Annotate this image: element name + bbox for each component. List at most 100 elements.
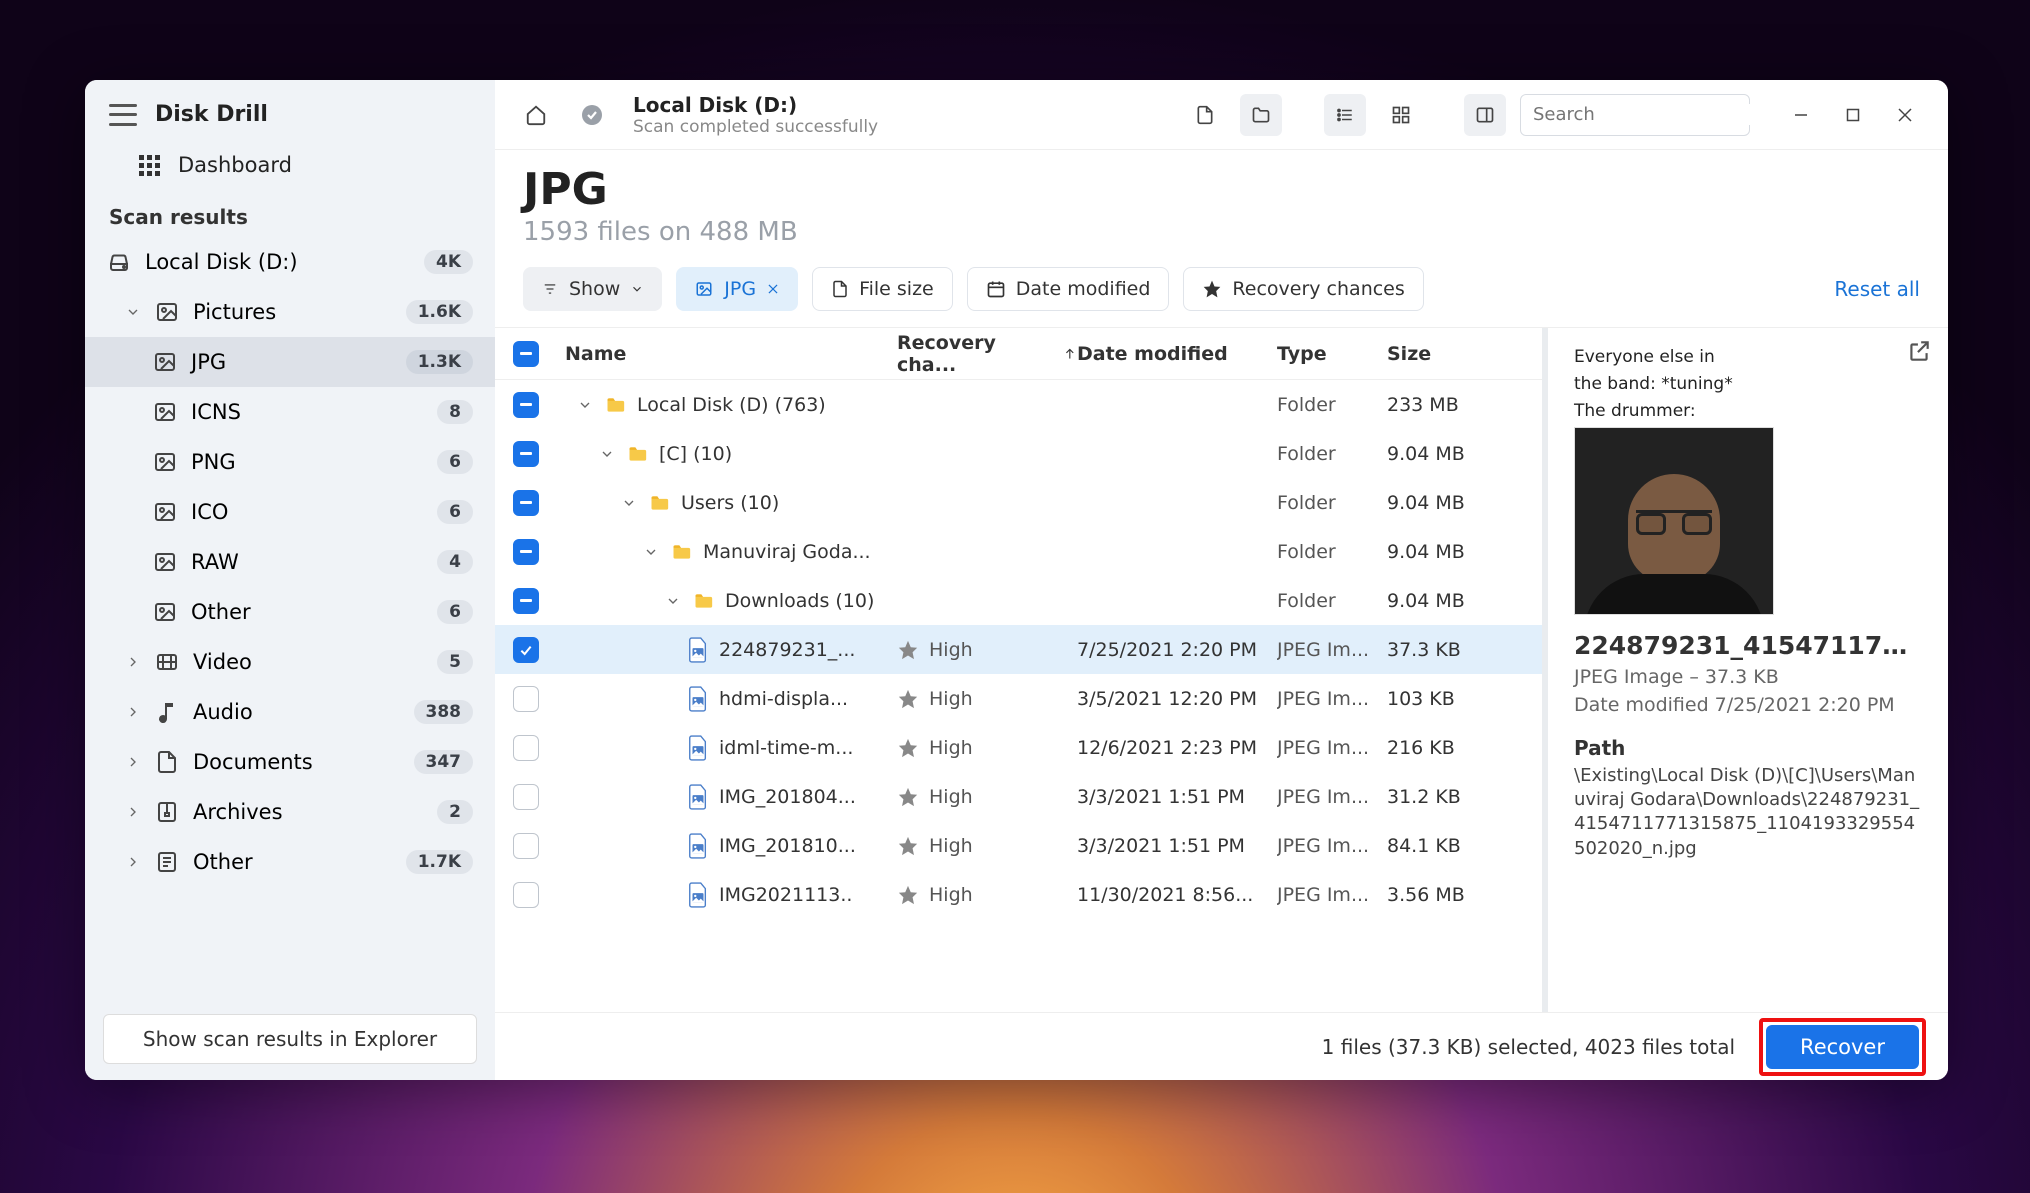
sort-asc-icon xyxy=(1063,347,1077,361)
window-close[interactable] xyxy=(1882,96,1928,134)
table-row-folder[interactable]: Manuviraj Goda... Folder 9.04 MB xyxy=(495,527,1542,576)
sidebar-item-documents[interactable]: Documents347 xyxy=(85,737,495,787)
filter-recovery[interactable]: Recovery chances xyxy=(1183,267,1423,311)
show-in-explorer-button[interactable]: Show scan results in Explorer xyxy=(103,1014,477,1064)
file-type: Folder xyxy=(1277,492,1387,514)
file-icon-btn[interactable] xyxy=(1184,94,1226,136)
preview-caption-3: The drummer: xyxy=(1574,400,1922,423)
sidebar-item-video[interactable]: Video5 xyxy=(85,637,495,687)
file-date: 11/30/2021 8:56... xyxy=(1077,884,1277,906)
scan-status: Scan completed successfully xyxy=(633,117,878,137)
sidebar-item-other[interactable]: Other1.7K xyxy=(85,837,495,887)
sidebar-item-ico[interactable]: ICO6 xyxy=(85,487,495,537)
sidebar-item-disk[interactable]: Local Disk (D:) 4K xyxy=(85,237,495,287)
sidebar-item-jpg[interactable]: JPG1.3K xyxy=(85,337,495,387)
sidebar-item-dashboard[interactable]: Dashboard xyxy=(85,139,495,191)
popout-icon[interactable] xyxy=(1906,338,1932,364)
row-checkbox[interactable] xyxy=(513,490,539,516)
file-date: 12/6/2021 2:23 PM xyxy=(1077,737,1277,759)
header-checkbox[interactable] xyxy=(513,341,539,367)
table-row-file[interactable]: hdmi-displa... High 3/5/2021 12:20 PM JP… xyxy=(495,674,1542,723)
filter-filesize[interactable]: File size xyxy=(812,267,953,311)
recover-highlight: Recover xyxy=(1759,1018,1926,1076)
image-icon xyxy=(153,600,177,624)
file-size: 9.04 MB xyxy=(1387,492,1507,514)
menu-icon[interactable] xyxy=(109,104,137,126)
row-checkbox[interactable] xyxy=(513,833,539,859)
file-type: Folder xyxy=(1277,443,1387,465)
app-window: Disk Drill Dashboard Scan results Local … xyxy=(85,80,1948,1080)
sidebar-item-audio[interactable]: Audio388 xyxy=(85,687,495,737)
sidebar-item-raw[interactable]: RAW4 xyxy=(85,537,495,587)
reset-all-link[interactable]: Reset all xyxy=(1834,277,1920,301)
col-name[interactable]: Name xyxy=(557,343,897,365)
window-maximize[interactable] xyxy=(1830,96,1876,134)
disk-badge: 4K xyxy=(424,250,473,274)
close-icon[interactable] xyxy=(766,282,780,296)
sidebar-item-png[interactable]: PNG6 xyxy=(85,437,495,487)
col-size[interactable]: Size xyxy=(1387,343,1507,365)
row-checkbox[interactable] xyxy=(513,784,539,810)
sidebar-item-pictures[interactable]: Pictures 1.6K xyxy=(85,287,495,337)
col-recovery[interactable]: Recovery cha... xyxy=(897,332,1077,376)
table-row-file[interactable]: IMG_201810... High 3/3/2021 1:51 PM JPEG… xyxy=(495,821,1542,870)
col-date[interactable]: Date modified xyxy=(1077,343,1277,365)
filter-icon xyxy=(541,282,559,296)
other-icon xyxy=(155,850,179,874)
window-minimize[interactable] xyxy=(1778,96,1824,134)
sidebar-item-icns[interactable]: ICNS8 xyxy=(85,387,495,437)
table-row-folder[interactable]: Downloads (10) Folder 9.04 MB xyxy=(495,576,1542,625)
file-type: JPEG Im... xyxy=(1277,737,1387,759)
search-input[interactable] xyxy=(1520,94,1750,136)
filter-jpg[interactable]: JPG xyxy=(676,267,798,311)
row-checkbox[interactable] xyxy=(513,588,539,614)
table-row-folder[interactable]: Users (10) Folder 9.04 MB xyxy=(495,478,1542,527)
table-row-folder[interactable]: Local Disk (D) (763) Folder 233 MB xyxy=(495,380,1542,429)
image-icon xyxy=(153,450,177,474)
sidebar-item-label: Other xyxy=(191,600,251,624)
row-checkbox[interactable] xyxy=(513,637,539,663)
row-checkbox[interactable] xyxy=(513,735,539,761)
row-checkbox[interactable] xyxy=(513,539,539,565)
home-icon[interactable] xyxy=(515,94,557,136)
preview-path-label: Path xyxy=(1574,736,1922,760)
chevron-right-icon xyxy=(125,854,141,870)
chevron-right-icon xyxy=(125,704,141,720)
search-field[interactable] xyxy=(1533,104,1758,125)
grid-icon xyxy=(139,155,160,176)
col-type[interactable]: Type xyxy=(1277,343,1387,365)
page-title: JPG xyxy=(523,164,1920,215)
file-date: 3/5/2021 12:20 PM xyxy=(1077,688,1277,710)
table-row-file[interactable]: 224879231_... High 7/25/2021 2:20 PM JPE… xyxy=(495,625,1542,674)
filter-show[interactable]: Show xyxy=(523,267,662,311)
sidebar-item-label: Video xyxy=(193,650,252,674)
table-row-folder[interactable]: [C] (10) Folder 9.04 MB xyxy=(495,429,1542,478)
sidebar-item-other[interactable]: Other6 xyxy=(85,587,495,637)
file-name: IMG_201804... xyxy=(719,786,856,808)
toggle-sidebar-icon[interactable] xyxy=(1464,94,1506,136)
table-row-file[interactable]: IMG2021113.. High 11/30/2021 8:56... JPE… xyxy=(495,870,1542,919)
check-circle-icon[interactable] xyxy=(571,94,613,136)
preview-panel: Everyone else in the band: *tuning* The … xyxy=(1548,328,1948,1012)
badge: 388 xyxy=(414,700,474,724)
table-row-file[interactable]: idml-time-m... High 12/6/2021 2:23 PM JP… xyxy=(495,723,1542,772)
table-row-file[interactable]: IMG_201804... High 3/3/2021 1:51 PM JPEG… xyxy=(495,772,1542,821)
list-view-icon[interactable] xyxy=(1324,94,1366,136)
row-checkbox[interactable] xyxy=(513,686,539,712)
video-icon xyxy=(155,650,179,674)
row-checkbox[interactable] xyxy=(513,392,539,418)
grid-view-icon[interactable] xyxy=(1380,94,1422,136)
recover-button[interactable]: Recover xyxy=(1766,1025,1919,1069)
file-name: Downloads (10) xyxy=(725,590,874,612)
badge: 8 xyxy=(437,400,473,424)
row-checkbox[interactable] xyxy=(513,882,539,908)
row-checkbox[interactable] xyxy=(513,441,539,467)
file-name: Users (10) xyxy=(681,492,779,514)
folder-icon-btn[interactable] xyxy=(1240,94,1282,136)
badge: 1.3K xyxy=(406,350,473,374)
sidebar-item-archives[interactable]: Archives2 xyxy=(85,787,495,837)
file-size: 216 KB xyxy=(1387,737,1507,759)
chevron-down-icon xyxy=(125,304,141,320)
app-title: Disk Drill xyxy=(155,102,268,127)
filter-date[interactable]: Date modified xyxy=(967,267,1170,311)
